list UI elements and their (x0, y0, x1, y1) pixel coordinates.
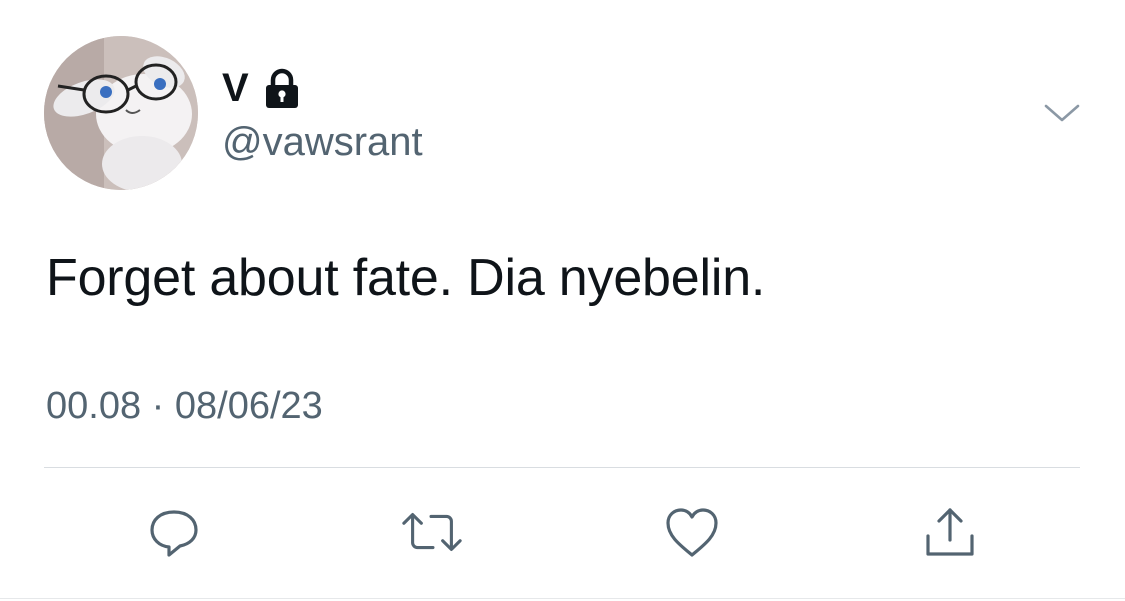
more-options-button[interactable] (1040, 92, 1084, 136)
like-button[interactable] (660, 500, 724, 564)
divider (44, 467, 1080, 468)
timestamp-separator: · (151, 385, 165, 427)
share-button[interactable] (918, 500, 982, 564)
tweet-timestamp: 00.08 · 08/06/23 (46, 382, 323, 430)
author-display-name[interactable]: V (222, 64, 249, 112)
reply-icon (150, 510, 198, 557)
heart-icon (666, 508, 718, 557)
tweet-actions-bar (0, 500, 1125, 570)
avatar[interactable] (44, 36, 198, 190)
chevron-down-icon (1044, 104, 1080, 122)
share-icon (926, 508, 974, 556)
tweet-time: 00.08 (46, 385, 142, 427)
reply-button[interactable] (142, 500, 206, 564)
retweet-icon (402, 512, 462, 552)
author-name-row[interactable]: V (222, 64, 303, 112)
retweet-button[interactable] (400, 500, 464, 564)
bottom-divider (0, 598, 1125, 599)
lock-icon (261, 67, 303, 109)
avatar-image (44, 36, 198, 190)
tweet-text: Forget about fate. Dia nyebelin. (46, 249, 766, 307)
author-handle[interactable]: @vawsrant (222, 118, 423, 166)
tweet-time-link[interactable]: 00.08 · 08/06/23 (46, 385, 323, 427)
tweet-date: 08/06/23 (174, 385, 323, 427)
